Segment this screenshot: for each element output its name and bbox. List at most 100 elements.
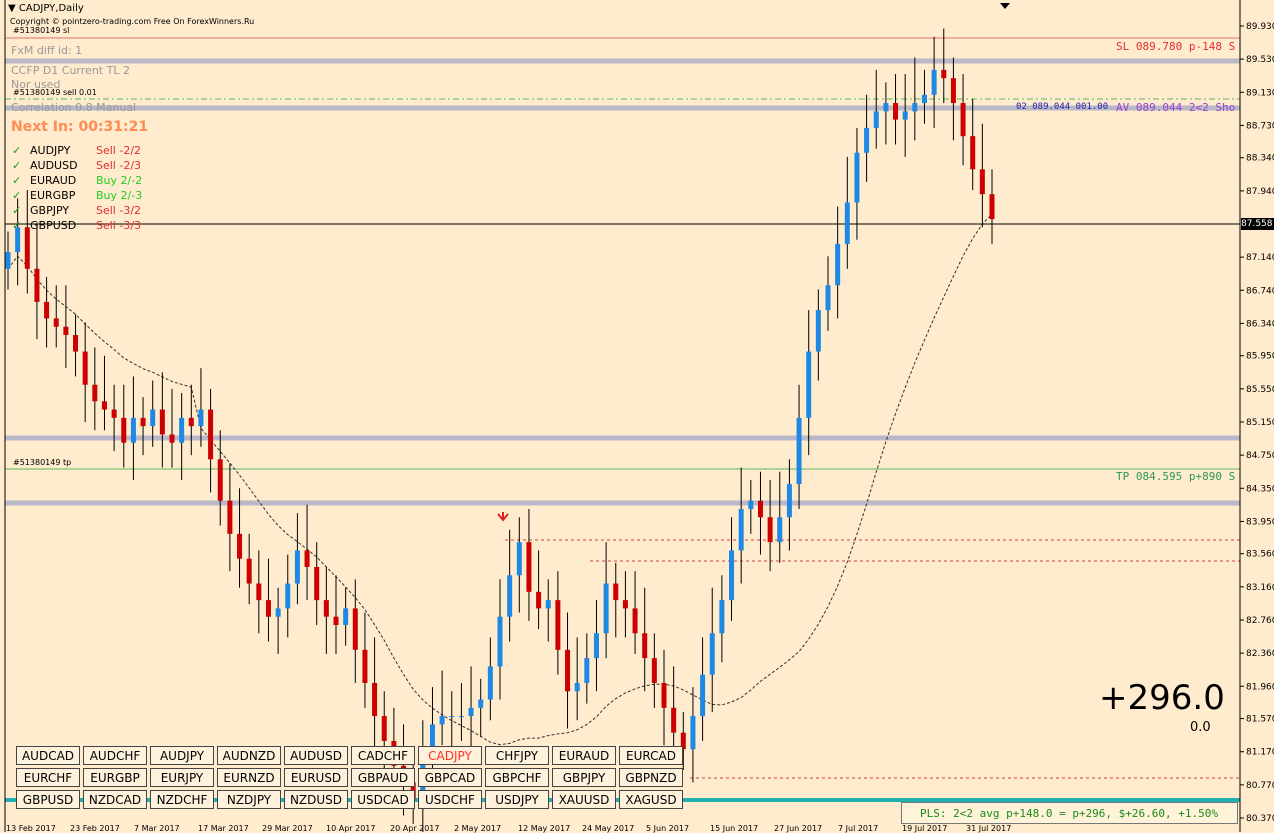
current-price-tag: 87.558	[1241, 218, 1274, 230]
check-icon: ✓	[12, 144, 22, 157]
check-icon: ✓	[12, 204, 22, 217]
candle	[333, 575, 339, 654]
y-tick-label: 89.530	[1246, 55, 1274, 65]
candle	[73, 314, 79, 377]
candle	[227, 463, 233, 572]
pair-name: AUDJPY	[30, 144, 71, 157]
candle	[767, 479, 773, 572]
symbol-button-eurnzd[interactable]: EURNZD	[217, 768, 281, 787]
y-tick-label: 82.360	[1246, 649, 1274, 659]
pls-summary: PLS: 2<2 avg p+148.0 = p+296, $+26.60, +…	[901, 802, 1238, 824]
y-tick-label: 81.570	[1246, 715, 1274, 725]
symbol-button-xagusd[interactable]: XAGUSD	[619, 790, 683, 809]
candle	[343, 587, 349, 646]
symbol-button-nzdcad[interactable]: NZDCAD	[83, 790, 147, 809]
candle	[989, 169, 995, 244]
symbol-button-audjpy[interactable]: AUDJPY	[150, 746, 214, 765]
candle	[34, 223, 40, 340]
candle	[806, 310, 812, 456]
symbol-button-nzdchf[interactable]: NZDCHF	[150, 790, 214, 809]
y-tick-label: 82.760	[1246, 616, 1274, 626]
candle	[815, 289, 821, 381]
pair-name: GBPJPY	[30, 204, 70, 217]
symbol-button-eurcad[interactable]: EURCAD	[619, 746, 683, 765]
y-tick-label: 85.150	[1246, 418, 1274, 428]
y-tick-label: 80.770	[1246, 781, 1274, 791]
candle	[63, 285, 69, 369]
symbol-button-nzdusd[interactable]: NZDUSD	[284, 790, 348, 809]
candle	[777, 471, 783, 563]
candle	[941, 28, 947, 104]
y-tick-label: 81.170	[1246, 748, 1274, 758]
candle	[825, 256, 831, 331]
candle	[265, 558, 271, 642]
symbol-button-gbpjpy[interactable]: GBPJPY	[552, 768, 616, 787]
pair-row: ✓ GBPJPY Sell -3/2	[12, 204, 141, 217]
symbol-button-usdjpy[interactable]: USDJPY	[485, 790, 549, 809]
y-tick-label: 84.350	[1246, 484, 1274, 494]
symbol-button-audusd[interactable]: AUDUSD	[284, 746, 348, 765]
symbol-button-cadchf[interactable]: CADCHF	[351, 746, 415, 765]
order-tp-label: #51380149 tp	[13, 458, 72, 467]
symbol-button-nzdjpy[interactable]: NZDJPY	[217, 790, 281, 809]
candle	[622, 571, 628, 638]
copyright: Copyright © pointzero-trading.com Free O…	[10, 17, 255, 26]
candle	[729, 517, 735, 621]
candle	[931, 36, 937, 128]
candle	[902, 74, 908, 157]
candle	[844, 156, 850, 269]
pair-row: ✓ AUDJPY Sell -2/2	[12, 144, 141, 157]
symbol-button-cadjpy[interactable]: CADJPY	[418, 746, 482, 765]
symbol-button-audcad[interactable]: AUDCAD	[16, 746, 80, 765]
symbol-button-usdchf[interactable]: USDCHF	[418, 790, 482, 809]
y-tick-label: 80.370	[1246, 814, 1274, 824]
y-tick-label: 88.730	[1246, 121, 1274, 131]
pair-name: EURGBP	[30, 189, 76, 202]
candle	[159, 372, 165, 468]
symbol-button-audchf[interactable]: AUDCHF	[83, 746, 147, 765]
shift-marker	[1000, 3, 1010, 9]
candle	[304, 504, 310, 601]
symbol-button-eurchf[interactable]: EURCHF	[16, 768, 80, 787]
candle	[458, 682, 464, 741]
y-tick-label: 87.940	[1246, 187, 1274, 197]
candle	[700, 637, 706, 741]
symbol-button-gbpusd[interactable]: GBPUSD	[16, 790, 80, 809]
next-in-timer: Next In: 00:31:21	[11, 119, 149, 135]
symbol-button-gbpcad[interactable]: GBPCAD	[418, 768, 482, 787]
symbol-button-eurjpy[interactable]: EURJPY	[150, 768, 214, 787]
fxm-diff: FxM diff id: 1	[11, 44, 83, 57]
candle	[121, 384, 127, 468]
candle	[796, 384, 802, 509]
symbol-button-chfjpy[interactable]: CHFJPY	[485, 746, 549, 765]
candle	[314, 542, 320, 625]
chevron-down-icon[interactable]: ▼	[8, 3, 16, 14]
candle	[690, 687, 696, 783]
symbol-button-eurusd[interactable]: EURUSD	[284, 768, 348, 787]
symbol-button-audnzd[interactable]: AUDNZD	[217, 746, 281, 765]
candle	[565, 612, 571, 729]
pair-signal: Sell -2/2	[96, 144, 142, 157]
av-values: 02 089.044 001.00	[1016, 102, 1109, 112]
symbol-button-eurgbp[interactable]: EURGBP	[83, 768, 147, 787]
candle	[101, 355, 107, 431]
pair-name: GBPUSD	[30, 219, 77, 232]
candle	[275, 587, 281, 654]
symbol-button-gbpnzd[interactable]: GBPNZD	[619, 768, 683, 787]
candle	[555, 571, 561, 675]
symbol-button-euraud[interactable]: EURAUD	[552, 746, 616, 765]
symbol-button-usdcad[interactable]: USDCAD	[351, 790, 415, 809]
sl-label: SL 089.780 p-148 S	[1116, 40, 1236, 53]
y-tick-label: 88.340	[1246, 154, 1274, 164]
y-tick-label: 86.740	[1246, 286, 1274, 296]
candle	[208, 388, 214, 493]
symbol-button-xauusd[interactable]: XAUUSD	[552, 790, 616, 809]
candle	[960, 74, 966, 166]
candle	[507, 529, 513, 642]
pair-signal: Sell -3/2	[96, 204, 142, 217]
symbol-button-gbpaud[interactable]: GBPAUD	[351, 768, 415, 787]
y-tick-label: 83.160	[1246, 583, 1274, 593]
symbol-button-gbpchf[interactable]: GBPCHF	[485, 768, 549, 787]
candle	[111, 384, 117, 451]
candle	[979, 123, 985, 228]
